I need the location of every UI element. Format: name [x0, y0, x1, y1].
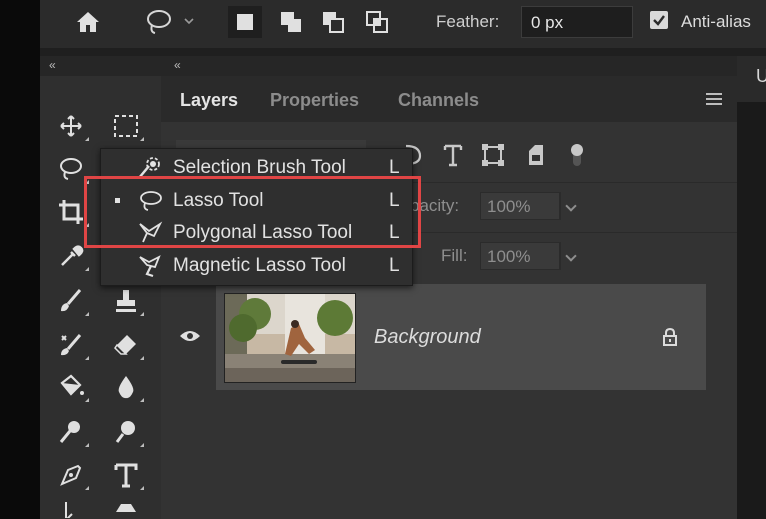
- fill-label: Fill:: [441, 246, 468, 265]
- healing-tool[interactable]: [51, 326, 91, 364]
- layer-thumbnail: [224, 293, 356, 383]
- opacity-dropdown-icon[interactable]: [560, 192, 580, 220]
- lasso-icon: [60, 158, 82, 180]
- tab-layers[interactable]: Layers: [180, 90, 238, 111]
- lock-icon: [662, 327, 678, 351]
- paint-bucket-icon: [60, 374, 84, 396]
- type-filter-icon[interactable]: [443, 143, 463, 172]
- menu-item-magnetic-lasso[interactable]: Magnetic Lasso Tool L: [101, 250, 412, 282]
- brush-tool[interactable]: [51, 282, 91, 320]
- options-bar-divider: [40, 48, 766, 56]
- dodge-icon: [59, 421, 80, 443]
- burn-icon: [115, 421, 135, 443]
- tab-properties[interactable]: Properties: [270, 90, 359, 111]
- path-selection-tool[interactable]: [51, 496, 91, 519]
- panel-header: «: [161, 56, 737, 76]
- lasso-preset-picker[interactable]: [140, 6, 200, 38]
- eraser-icon: [114, 335, 136, 355]
- menu-item-shortcut: L: [389, 255, 400, 276]
- layer-visibility-cell[interactable]: [161, 284, 216, 390]
- shape-icon: [116, 503, 136, 512]
- antialias-checkbox[interactable]: [650, 11, 668, 29]
- secondary-panel-tab-label: U: [756, 66, 766, 86]
- type-icon: [114, 463, 138, 488]
- pen-tool[interactable]: [51, 456, 91, 494]
- stamp-icon: [116, 290, 136, 312]
- annotation-highlight-box: [84, 176, 421, 248]
- panel-collapse-icon[interactable]: «: [174, 58, 181, 72]
- marquee-icon: [114, 115, 138, 137]
- move-icon: [60, 115, 82, 137]
- feather-input[interactable]: 0 px: [521, 6, 633, 38]
- eye-icon: [180, 331, 200, 341]
- shape-filter-icon[interactable]: [481, 143, 505, 172]
- paint-bucket-tool[interactable]: [51, 368, 91, 406]
- dodge-tool[interactable]: [51, 413, 91, 451]
- arrow-icon: [65, 501, 73, 518]
- smart-object-filter-icon[interactable]: [525, 143, 547, 172]
- layer-name[interactable]: Background: [374, 326, 481, 349]
- burn-tool[interactable]: [106, 413, 146, 451]
- add-to-selection-button[interactable]: [274, 6, 308, 38]
- tools-panel-header: «: [40, 56, 161, 76]
- marquee-tool[interactable]: [106, 107, 146, 145]
- menu-item-label: Magnetic Lasso Tool: [173, 255, 346, 276]
- options-bar: Feather: 0 px Anti-alias: [40, 0, 766, 48]
- fill-dropdown-icon[interactable]: [560, 242, 580, 270]
- crop-icon: [59, 200, 83, 224]
- fill-field[interactable]: 100%: [480, 242, 560, 270]
- filter-toggle-icon[interactable]: [568, 142, 586, 175]
- eyedropper-icon: [61, 245, 84, 266]
- subtract-from-selection-button[interactable]: [316, 6, 350, 38]
- feather-label: Feather:: [436, 12, 500, 31]
- eraser-tool[interactable]: [106, 326, 146, 364]
- move-tool[interactable]: [51, 107, 91, 145]
- home-icon[interactable]: [70, 6, 106, 38]
- brush-icon: [61, 289, 82, 312]
- magnetic-lasso-icon: [139, 255, 161, 278]
- new-selection-button[interactable]: [228, 6, 262, 38]
- opacity-field[interactable]: 100%: [480, 192, 560, 220]
- stamp-tool[interactable]: [106, 282, 146, 320]
- panel-menu-icon[interactable]: [706, 93, 722, 106]
- healing-brush-icon: [61, 334, 82, 356]
- antialias-label: Anti-alias: [681, 12, 751, 31]
- tab-channels[interactable]: Channels: [398, 90, 479, 111]
- blur-tool[interactable]: [106, 368, 146, 406]
- shape-tool[interactable]: [106, 496, 146, 519]
- type-tool[interactable]: [106, 456, 146, 494]
- tools-collapse-icon[interactable]: «: [49, 58, 56, 72]
- blur-drop-icon: [118, 376, 134, 399]
- secondary-panel: [737, 56, 766, 519]
- intersect-selection-button[interactable]: [360, 6, 394, 38]
- pen-icon: [60, 464, 82, 486]
